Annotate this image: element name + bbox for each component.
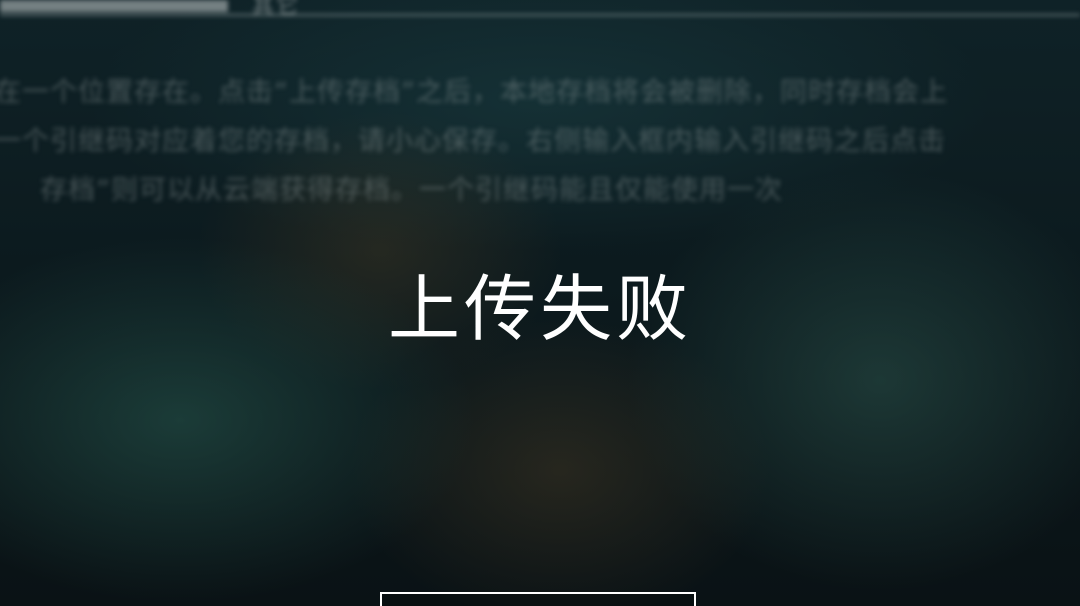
- tab-other[interactable]: 其它: [252, 0, 300, 20]
- description-line: 存档”则可以从云端获得存档。一个引继码能且仅能使用一次: [40, 175, 783, 206]
- description-line: 在一个位置存在。点击“上传存档”之后，本地存档将会被删除，同时存档会上: [0, 77, 948, 108]
- confirm-button[interactable]: [380, 592, 696, 606]
- cloud-save-description: 在一个位置存在。点击“上传存档”之后，本地存档将会被删除，同时存档会上 一个引继…: [0, 68, 1080, 215]
- game-screen: 其它 在一个位置存在。点击“上传存档”之后，本地存档将会被删除，同时存档会上 一…: [0, 0, 1080, 606]
- description-line: 一个引继码对应着您的存档，请小心保存。右侧输入框内输入引继码之后点击: [0, 126, 946, 157]
- tab-active[interactable]: [0, 0, 228, 12]
- top-tab-bar: 其它: [0, 0, 1080, 19]
- upload-result-message: 上传失败: [387, 267, 692, 351]
